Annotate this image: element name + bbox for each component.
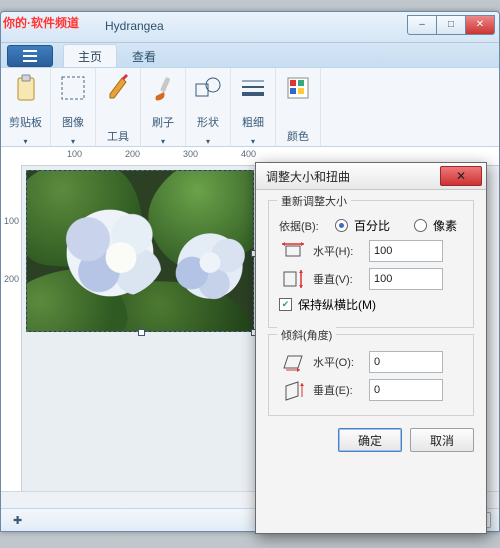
- chevron-down-icon: ▾: [206, 140, 210, 144]
- ribbon-size-label: 粗细: [242, 114, 264, 130]
- maximize-button[interactable]: □: [436, 15, 466, 35]
- resize-v-input[interactable]: [369, 268, 443, 290]
- skew-v-label: 垂直(E):: [313, 382, 363, 398]
- resize-vertical-icon: [279, 268, 307, 290]
- skew-group-legend: 倾斜(角度): [277, 327, 336, 343]
- skew-vertical-icon: [279, 379, 307, 401]
- image-select-icon: [59, 72, 87, 104]
- ribbon-image[interactable]: 图像 ▾: [51, 68, 96, 146]
- skew-horizontal-icon: [279, 351, 307, 373]
- shapes-icon: [194, 72, 222, 104]
- ribbon: 剪贴板 ▾ 图像 ▾ 工具 刷子 ▾ 形状 ▾ 粗细 ▾ 颜色: [1, 68, 499, 147]
- cancel-button-label: 取消: [430, 432, 454, 449]
- cancel-button[interactable]: 取消: [410, 428, 474, 452]
- radio-pixels-label: 像素: [433, 217, 457, 234]
- ruler-tick: 200: [4, 274, 19, 284]
- ribbon-clipboard-label: 剪贴板: [9, 114, 42, 130]
- minimize-icon: –: [419, 20, 425, 30]
- tab-view-label: 查看: [132, 48, 156, 65]
- chevron-down-icon: ▾: [23, 140, 27, 144]
- tab-row: 主页 查看: [1, 43, 499, 68]
- resize-skew-dialog: 调整大小和扭曲 ✕ 重新调整大小 依据(B): 百分比 像素 水平(H): 垂直…: [255, 162, 487, 534]
- ribbon-size[interactable]: 粗细 ▾: [231, 68, 276, 146]
- tab-home[interactable]: 主页: [63, 44, 117, 67]
- minimize-button[interactable]: –: [407, 15, 437, 35]
- ribbon-brushes[interactable]: 刷子 ▾: [141, 68, 186, 146]
- ribbon-clipboard[interactable]: 剪贴板 ▾: [1, 68, 51, 146]
- radio-percent-label: 百分比: [354, 217, 390, 234]
- app-menu-icon: [23, 50, 37, 62]
- close-icon: ✕: [476, 20, 484, 30]
- resize-group: 重新调整大小 依据(B): 百分比 像素 水平(H): 垂直(V): ✔: [268, 200, 474, 328]
- by-label: 依据(B):: [279, 218, 329, 234]
- resize-group-legend: 重新调整大小: [277, 193, 351, 209]
- aspect-checkbox[interactable]: ✔: [279, 298, 292, 311]
- ruler-tick: 300: [183, 149, 198, 159]
- resize-h-label: 水平(H):: [313, 243, 363, 259]
- skew-h-label: 水平(O):: [313, 354, 363, 370]
- stroke-size-icon: [239, 72, 267, 104]
- maximize-icon: □: [448, 20, 454, 30]
- clipboard-icon: [12, 72, 40, 104]
- ruler-tick: 200: [125, 149, 140, 159]
- ribbon-shapes[interactable]: 形状 ▾: [186, 68, 231, 146]
- chevron-down-icon: ▾: [161, 140, 165, 144]
- ruler-tick: 400: [241, 149, 256, 159]
- radio-percent[interactable]: [335, 219, 348, 232]
- window-title: Hydrangea: [105, 19, 164, 33]
- dialog-close-button[interactable]: ✕: [440, 166, 482, 186]
- tab-view[interactable]: 查看: [117, 44, 171, 67]
- ribbon-brushes-label: 刷子: [152, 114, 174, 130]
- ribbon-colors-label: 颜色: [287, 128, 309, 144]
- ok-button-label: 确定: [358, 432, 382, 449]
- chevron-down-icon: ▾: [251, 140, 255, 144]
- vertical-ruler: 100 200: [1, 166, 22, 491]
- colors-icon: [284, 72, 312, 104]
- ribbon-tools[interactable]: 工具: [96, 68, 141, 146]
- resize-handle[interactable]: [138, 329, 145, 336]
- brand-corner: 你的·软件频道: [3, 14, 79, 31]
- titlebar[interactable]: 你的·软件频道 Hydrangea – □ ✕: [1, 12, 499, 43]
- skew-h-input[interactable]: [369, 351, 443, 373]
- chevron-down-icon: ▾: [71, 140, 75, 144]
- resize-h-input[interactable]: [369, 240, 443, 262]
- brush-icon: [149, 72, 177, 104]
- skew-group: 倾斜(角度) 水平(O): 垂直(E):: [268, 334, 474, 416]
- resize-horizontal-icon: [279, 240, 307, 262]
- app-menu-button[interactable]: [7, 45, 53, 67]
- aspect-label: 保持纵横比(M): [298, 296, 376, 313]
- dialog-title: 调整大小和扭曲: [266, 168, 350, 185]
- ribbon-colors[interactable]: 颜色: [276, 68, 321, 146]
- close-icon: ✕: [456, 169, 466, 183]
- pencil-icon: [104, 72, 132, 104]
- canvas-image[interactable]: [26, 170, 254, 332]
- resize-v-label: 垂直(V):: [313, 271, 363, 287]
- ruler-tick: 100: [67, 149, 82, 159]
- close-button[interactable]: ✕: [465, 15, 495, 35]
- tab-home-label: 主页: [78, 48, 102, 65]
- ruler-tick: 100: [4, 216, 19, 226]
- ok-button[interactable]: 确定: [338, 428, 402, 452]
- ribbon-shapes-label: 形状: [197, 114, 219, 130]
- skew-v-input[interactable]: [369, 379, 443, 401]
- ribbon-image-label: 图像: [62, 114, 84, 130]
- ribbon-tools-label: 工具: [107, 128, 129, 144]
- radio-pixels[interactable]: [414, 219, 427, 232]
- dialog-titlebar[interactable]: 调整大小和扭曲 ✕: [256, 163, 486, 190]
